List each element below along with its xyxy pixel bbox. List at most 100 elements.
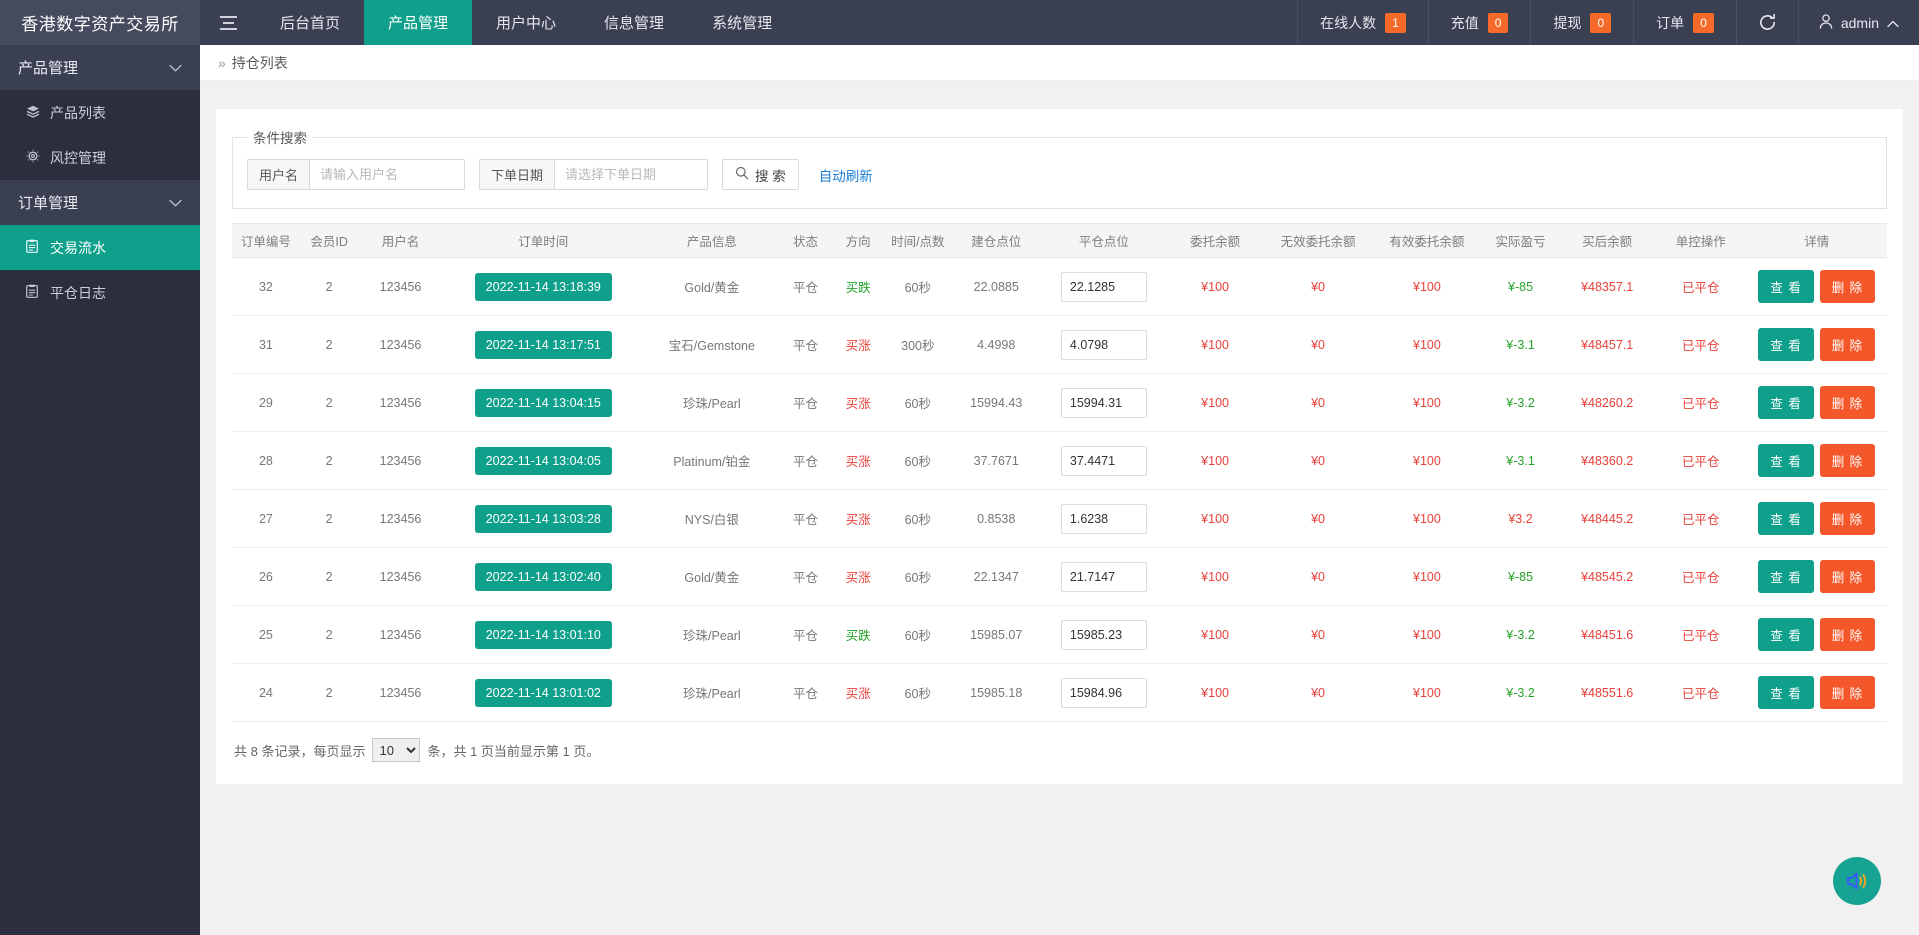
sidebar-item-risk-control[interactable]: 风控管理: [0, 135, 200, 180]
cell-product: 珍珠/Pearl: [644, 664, 780, 722]
search-username-input[interactable]: [309, 159, 465, 190]
close-price-input[interactable]: [1061, 620, 1147, 650]
cell-detail-actions[interactable]: 查 看删 除: [1746, 374, 1887, 432]
delete-button[interactable]: 删 除: [1820, 676, 1875, 709]
order-time-chip: 2022-11-14 13:04:05: [475, 447, 612, 475]
cell-close-price[interactable]: [1042, 432, 1166, 490]
th-order-time: 订单时间: [443, 224, 644, 258]
th-duration: 时间/点数: [885, 224, 951, 258]
close-price-input[interactable]: [1061, 446, 1147, 476]
cell-detail-actions[interactable]: 查 看删 除: [1746, 548, 1887, 606]
delete-button[interactable]: 删 除: [1820, 328, 1875, 361]
cell-username: 123456: [358, 490, 442, 548]
cell-order-time: 2022-11-14 13:04:15: [443, 374, 644, 432]
th-profit-loss: 实际盈亏: [1482, 224, 1559, 258]
cell-invalid-entrust: ¥0: [1264, 316, 1372, 374]
close-price-input[interactable]: [1061, 272, 1147, 302]
invalid-entrust-amount: ¥0: [1311, 396, 1325, 410]
nav-item-system-management[interactable]: 系统管理: [688, 0, 796, 45]
invalid-entrust-amount: ¥0: [1311, 570, 1325, 584]
cell-entrust: ¥100: [1166, 316, 1264, 374]
user-menu[interactable]: admin: [1798, 0, 1919, 45]
search-button[interactable]: 搜 索: [722, 159, 799, 190]
close-price-input[interactable]: [1061, 562, 1147, 592]
cell-close-price[interactable]: [1042, 490, 1166, 548]
delete-button[interactable]: 删 除: [1820, 270, 1875, 303]
cell-detail-actions[interactable]: 查 看删 除: [1746, 664, 1887, 722]
cell-username: 123456: [358, 316, 442, 374]
cell-balance: ¥48445.2: [1559, 490, 1655, 548]
close-price-input[interactable]: [1061, 678, 1147, 708]
cell-product: Gold/黄金: [644, 258, 780, 316]
close-price-input[interactable]: [1061, 388, 1147, 418]
cell-profit-loss: ¥3.2: [1482, 490, 1559, 548]
cell-detail-actions[interactable]: 查 看删 除: [1746, 316, 1887, 374]
profit-loss-amount: ¥-85: [1508, 570, 1533, 584]
nav-item-user-center[interactable]: 用户中心: [472, 0, 580, 45]
stat-withdraw[interactable]: 提现 0: [1530, 0, 1633, 45]
stat-deposit[interactable]: 充值 0: [1428, 0, 1531, 45]
cell-close-price[interactable]: [1042, 374, 1166, 432]
view-button[interactable]: 查 看: [1758, 386, 1813, 419]
cell-single-control: 已平仓: [1655, 548, 1746, 606]
page-title: 持仓列表: [232, 53, 288, 73]
cell-detail-actions[interactable]: 查 看删 除: [1746, 490, 1887, 548]
cell-open-price: 15985.07: [951, 606, 1042, 664]
sidebar-group-product-management[interactable]: 产品管理: [0, 45, 200, 90]
close-price-input[interactable]: [1061, 504, 1147, 534]
cell-member-id: 2: [300, 258, 359, 316]
sound-icon[interactable]: [1833, 857, 1881, 905]
hamburger-icon[interactable]: [200, 0, 256, 45]
refresh-icon[interactable]: [1736, 0, 1798, 45]
cell-detail-actions[interactable]: 查 看删 除: [1746, 258, 1887, 316]
user-name: admin: [1841, 15, 1879, 31]
cell-close-price[interactable]: [1042, 664, 1166, 722]
balance-amount: ¥48360.2: [1581, 454, 1633, 468]
nav-item-product-management[interactable]: 产品管理: [364, 0, 472, 45]
invalid-entrust-amount: ¥0: [1311, 280, 1325, 294]
cell-entrust: ¥100: [1166, 258, 1264, 316]
delete-button[interactable]: 删 除: [1820, 618, 1875, 651]
delete-button[interactable]: 删 除: [1820, 502, 1875, 535]
view-button[interactable]: 查 看: [1758, 560, 1813, 593]
cell-single-control: 已平仓: [1655, 316, 1746, 374]
cell-close-price[interactable]: [1042, 548, 1166, 606]
cell-balance: ¥48545.2: [1559, 548, 1655, 606]
stat-online-users[interactable]: 在线人数 1: [1297, 0, 1428, 45]
delete-button[interactable]: 删 除: [1820, 444, 1875, 477]
page-size-select[interactable]: 102050100: [372, 738, 420, 762]
sidebar-item-product-list[interactable]: 产品列表: [0, 90, 200, 135]
sidebar-item-transaction-flow[interactable]: 交易流水: [0, 225, 200, 270]
search-order-date-input[interactable]: [554, 159, 708, 190]
status-badge: 已平仓: [1682, 571, 1720, 585]
profit-loss-amount: ¥-3.2: [1506, 396, 1535, 410]
nav-item-info-management[interactable]: 信息管理: [580, 0, 688, 45]
cell-status: 平仓: [780, 548, 831, 606]
sidebar-group-order-management[interactable]: 订单管理: [0, 180, 200, 225]
view-button[interactable]: 查 看: [1758, 328, 1813, 361]
close-price-input[interactable]: [1061, 330, 1147, 360]
breadcrumb-arrow-icon: »: [218, 55, 226, 71]
view-button[interactable]: 查 看: [1758, 444, 1813, 477]
cell-detail-actions[interactable]: 查 看删 除: [1746, 432, 1887, 490]
cell-detail-actions[interactable]: 查 看删 除: [1746, 606, 1887, 664]
view-button[interactable]: 查 看: [1758, 618, 1813, 651]
cell-profit-loss: ¥-3.2: [1482, 374, 1559, 432]
delete-button[interactable]: 删 除: [1820, 386, 1875, 419]
view-button[interactable]: 查 看: [1758, 270, 1813, 303]
profit-loss-amount: ¥-3.2: [1506, 628, 1535, 642]
th-single-control: 单控操作: [1655, 224, 1746, 258]
cell-close-price[interactable]: [1042, 606, 1166, 664]
cell-close-price[interactable]: [1042, 316, 1166, 374]
view-button[interactable]: 查 看: [1758, 502, 1813, 535]
cell-balance: ¥48457.1: [1559, 316, 1655, 374]
username-field-group: 用户名: [247, 159, 465, 190]
stat-orders[interactable]: 订单 0: [1633, 0, 1736, 45]
cell-close-price[interactable]: [1042, 258, 1166, 316]
view-button[interactable]: 查 看: [1758, 676, 1813, 709]
sidebar-item-close-position-log[interactable]: 平仓日志: [0, 270, 200, 315]
cell-order-time: 2022-11-14 13:04:05: [443, 432, 644, 490]
auto-refresh-link[interactable]: 自动刷新: [819, 165, 873, 185]
delete-button[interactable]: 删 除: [1820, 560, 1875, 593]
nav-item-dashboard[interactable]: 后台首页: [256, 0, 364, 45]
